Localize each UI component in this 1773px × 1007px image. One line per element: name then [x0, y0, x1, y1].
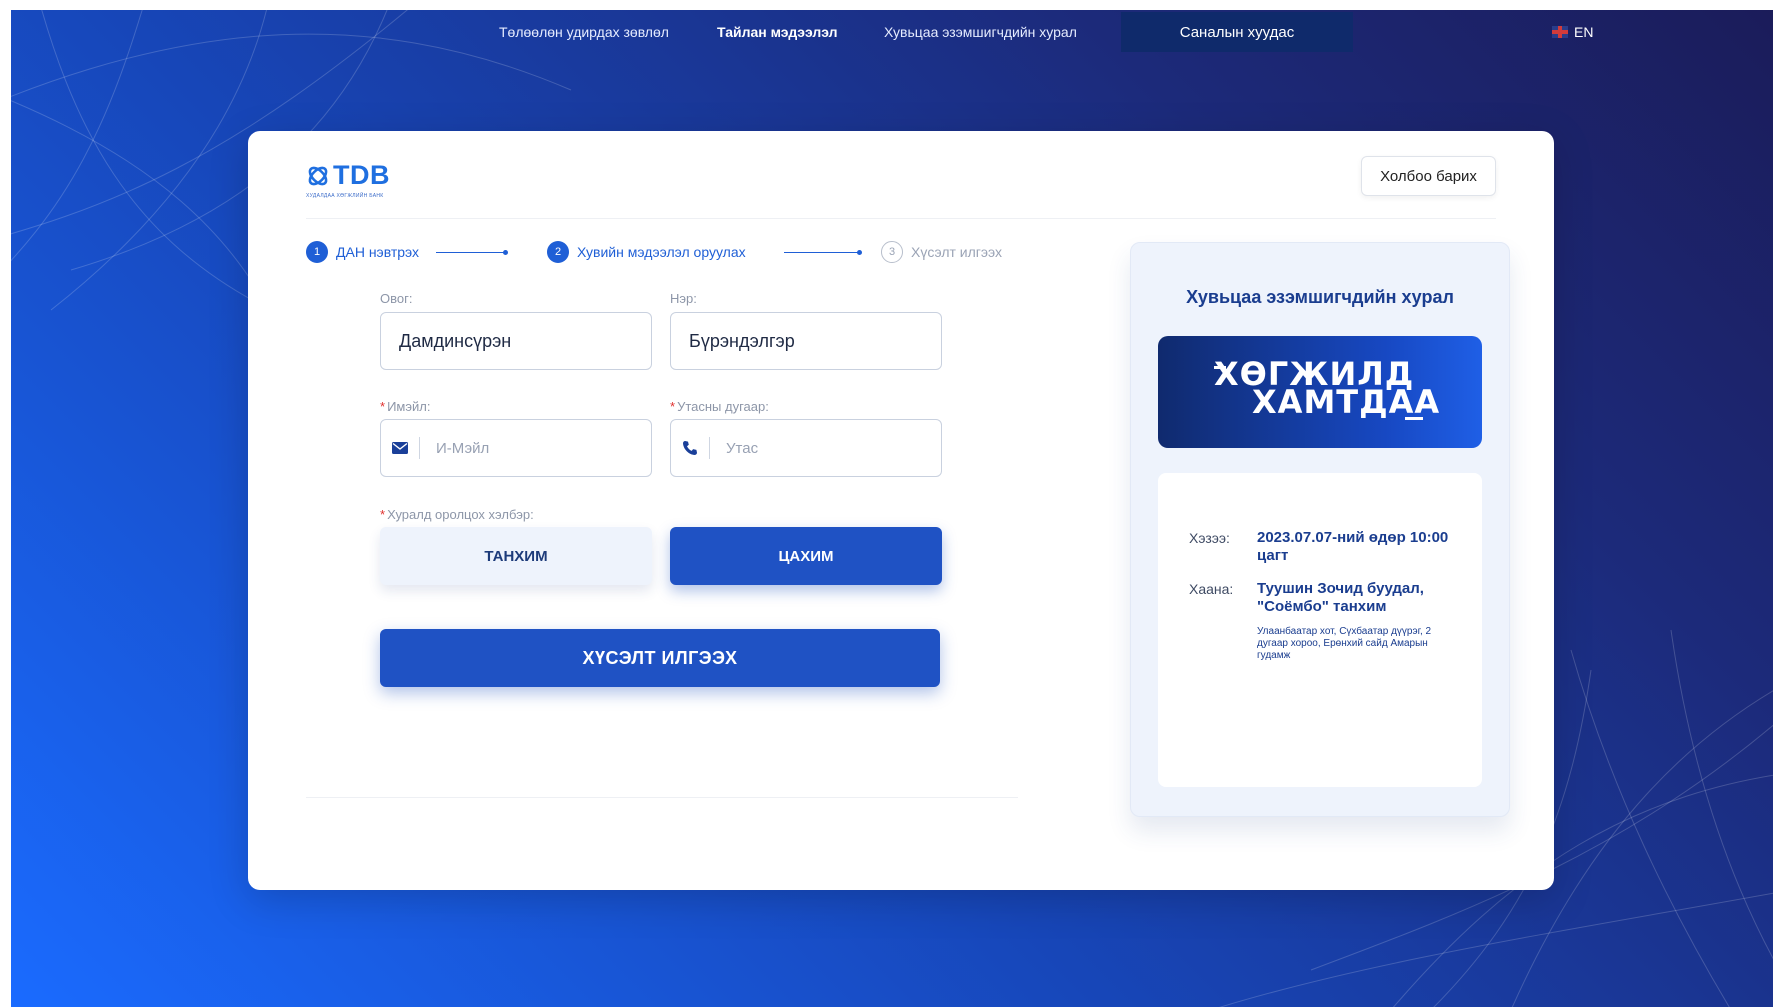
online-option[interactable]: ЦАХИМ: [670, 527, 942, 585]
logo-text: TDB: [333, 160, 390, 190]
step-2: 2 Хувийн мэдээлэл оруулах: [547, 241, 746, 263]
contact-button[interactable]: Холбоо барих: [1361, 156, 1496, 196]
required-mark: *: [380, 507, 386, 522]
language-label: EN: [1574, 24, 1594, 40]
lastname-label: Овог:: [380, 291, 413, 306]
nav-link-board[interactable]: Төлөөлөн удирдах зөвлөл: [499, 24, 669, 40]
meeting-info-panel: Хувьцаа эзэмшигчдийн хурал ХӨГЖИЛД ХАМТД…: [1130, 242, 1510, 817]
step-1: 1 ДАН нэвтрэх: [306, 241, 419, 263]
progress-steps: 1 ДАН нэвтрэх 2 Хувийн мэдээлэл оруулах …: [306, 241, 1036, 265]
where-label: Хаана:: [1189, 581, 1234, 597]
page-background: Төлөөлөн удирдах зөвлөл Тайлан мэдээлэл …: [11, 10, 1773, 1007]
address-text: Улаанбаатар хот, Сүхбаатар дүүрэг, 2 дуг…: [1257, 626, 1432, 661]
step-3-number: 3: [881, 241, 903, 263]
nav-link-reports[interactable]: Тайлан мэдээлэл: [717, 24, 838, 40]
submit-request-button[interactable]: ХҮСЭЛТ ИЛГЭЭХ: [380, 629, 940, 687]
phone-label-text: Утасны дугаар:: [677, 399, 769, 414]
where-value: Туушин Зочид буудал, "Соёмбо" танхим: [1257, 580, 1424, 615]
language-switcher[interactable]: EN: [1552, 24, 1593, 40]
email-label: * Имэйл:: [380, 399, 430, 414]
tdb-logo-icon: [308, 166, 328, 185]
phone-icon: [671, 420, 709, 476]
ballot-button[interactable]: Саналын хуудас: [1121, 12, 1353, 52]
when-value: 2023.07.07-ний өдөр 10:00 цагт: [1257, 529, 1449, 564]
firstname-input[interactable]: [670, 312, 942, 370]
step-1-label: ДАН нэвтрэх: [336, 244, 420, 260]
step-2-label: Хувийн мэдээлэл оруулах: [577, 244, 746, 260]
step-1-number: 1: [306, 241, 328, 263]
step-3-label: Хүсэлт илгээх: [911, 244, 1003, 260]
uk-flag-icon: [1552, 26, 1568, 38]
header-divider: [306, 218, 1496, 219]
phone-label: * Утасны дугаар:: [670, 399, 769, 414]
envelope-icon: [381, 420, 419, 476]
when-label: Хэзээ:: [1189, 530, 1230, 546]
email-label-text: Имэйл:: [387, 399, 431, 414]
step-connector-1: [436, 250, 508, 255]
meeting-details: Хэзээ: 2023.07.07-ний өдөр 10:00 цагт Ха…: [1158, 473, 1482, 787]
email-input[interactable]: [420, 420, 651, 476]
logo-subtitle: ХУДАЛДАА ХӨГЖЛИЙН БАНК: [306, 193, 384, 199]
step-3: 3 Хүсэлт илгээх: [881, 241, 1002, 263]
attendance-mode-label: * Хуралд оролцох хэлбэр:: [380, 507, 534, 522]
form-divider: [306, 797, 1018, 798]
main-card: TDB ХУДАЛДАА ХӨГЖЛИЙН БАНК Холбоо барих …: [248, 131, 1554, 890]
step-2-number: 2: [547, 241, 569, 263]
required-mark: *: [670, 399, 676, 414]
in-person-option[interactable]: ТАНХИМ: [380, 527, 652, 585]
phone-field: [670, 419, 942, 477]
nav-link-shareholders-meeting[interactable]: Хувьцаа эзэмшигчдийн хурал: [884, 24, 1077, 40]
step-connector-2: [784, 250, 862, 255]
firstname-label: Нэр:: [670, 291, 697, 306]
required-mark: *: [380, 399, 386, 414]
phone-input[interactable]: [710, 420, 941, 476]
banner-slogan: ХӨГЖИЛД ХАМТДАА: [1214, 358, 1440, 418]
lastname-input[interactable]: [380, 312, 652, 370]
attendance-mode-label-text: Хуралд оролцох хэлбэр:: [387, 507, 534, 522]
panel-title: Хувьцаа эзэмшигчдийн хурал: [1186, 287, 1454, 307]
email-field: [380, 419, 652, 477]
top-navigation: Төлөөлөн удирдах зөвлөл Тайлан мэдээлэл …: [11, 10, 1773, 54]
slogan-banner: ХӨГЖИЛД ХАМТДАА: [1158, 336, 1482, 448]
banner-decoration: [1405, 417, 1423, 420]
tdb-logo: TDB ХУДАЛДАА ХӨГЖЛИЙН БАНК: [306, 160, 390, 199]
